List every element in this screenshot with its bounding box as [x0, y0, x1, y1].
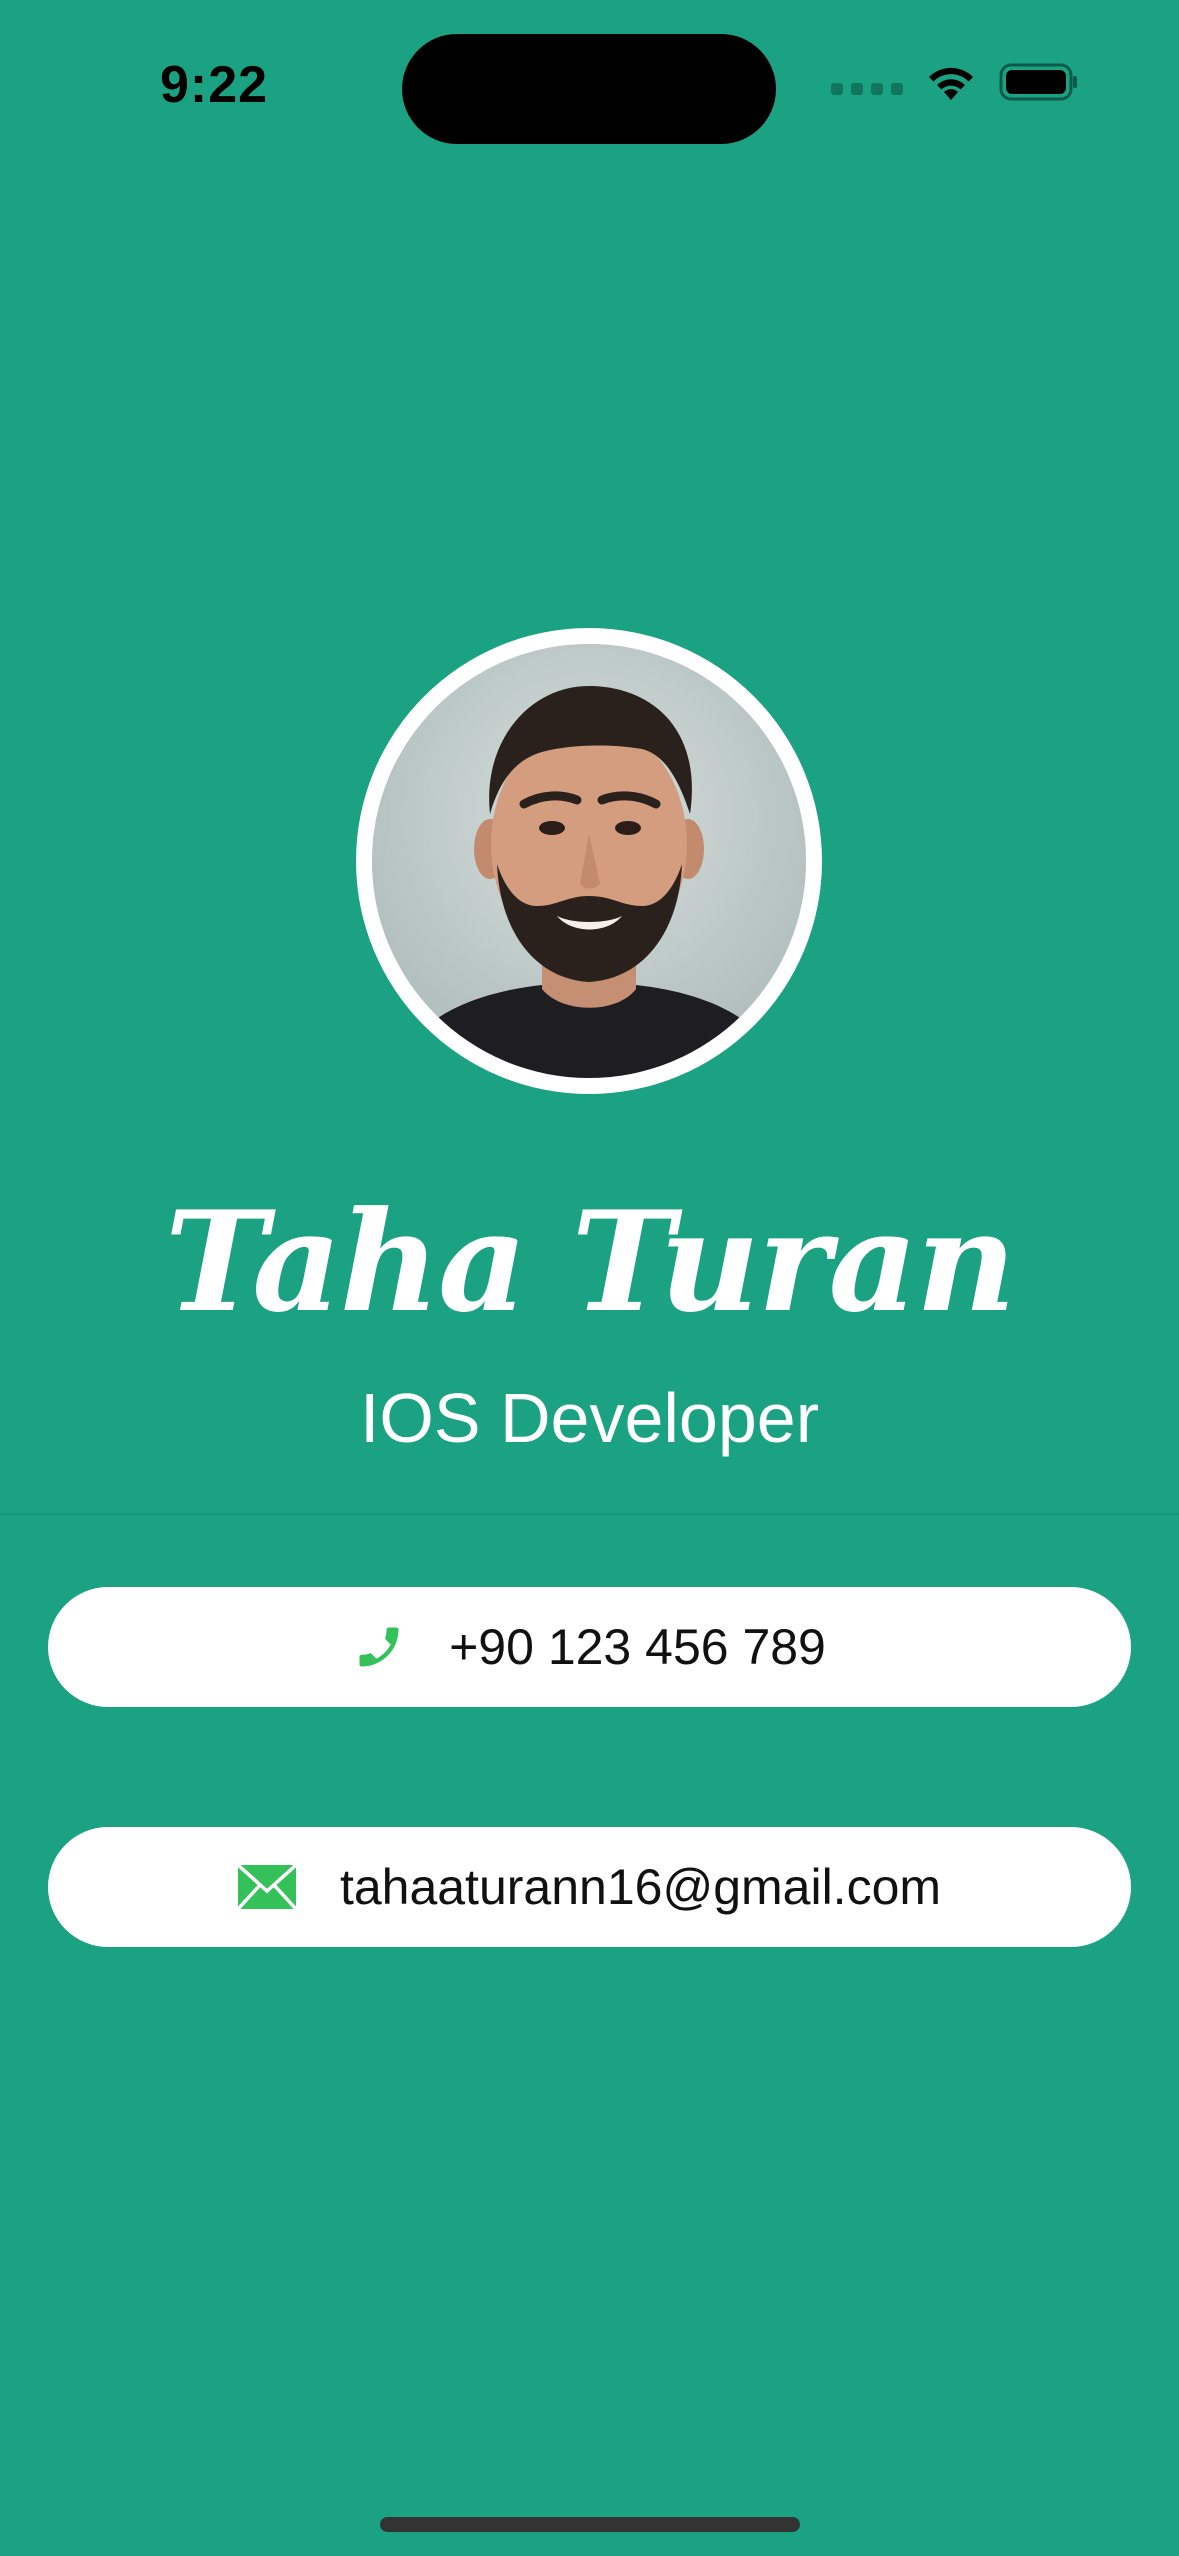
profile-name: Taha Turan [164, 1180, 1017, 1343]
phone-icon [353, 1621, 405, 1673]
battery-icon [999, 62, 1079, 102]
email-contact-card[interactable]: tahaaturann16@gmail.com [48, 1827, 1131, 1947]
phone-contact-card[interactable]: +90 123 456 789 [48, 1587, 1131, 1707]
profile-photo [372, 644, 806, 1078]
home-indicator[interactable] [380, 2517, 800, 2532]
email-address: tahaaturann16@gmail.com [339, 1859, 942, 1915]
status-time: 9:22 [160, 56, 269, 114]
avatar [356, 628, 822, 1094]
dynamic-island [402, 34, 776, 144]
profile-role: IOS Developer [359, 1379, 820, 1457]
status-icons [831, 62, 1079, 102]
envelope-icon [237, 1865, 296, 1909]
divider [0, 1513, 1179, 1515]
phone-number: +90 123 456 789 [449, 1619, 826, 1675]
cellular-signal-icon [831, 83, 903, 95]
wifi-icon [925, 62, 977, 102]
